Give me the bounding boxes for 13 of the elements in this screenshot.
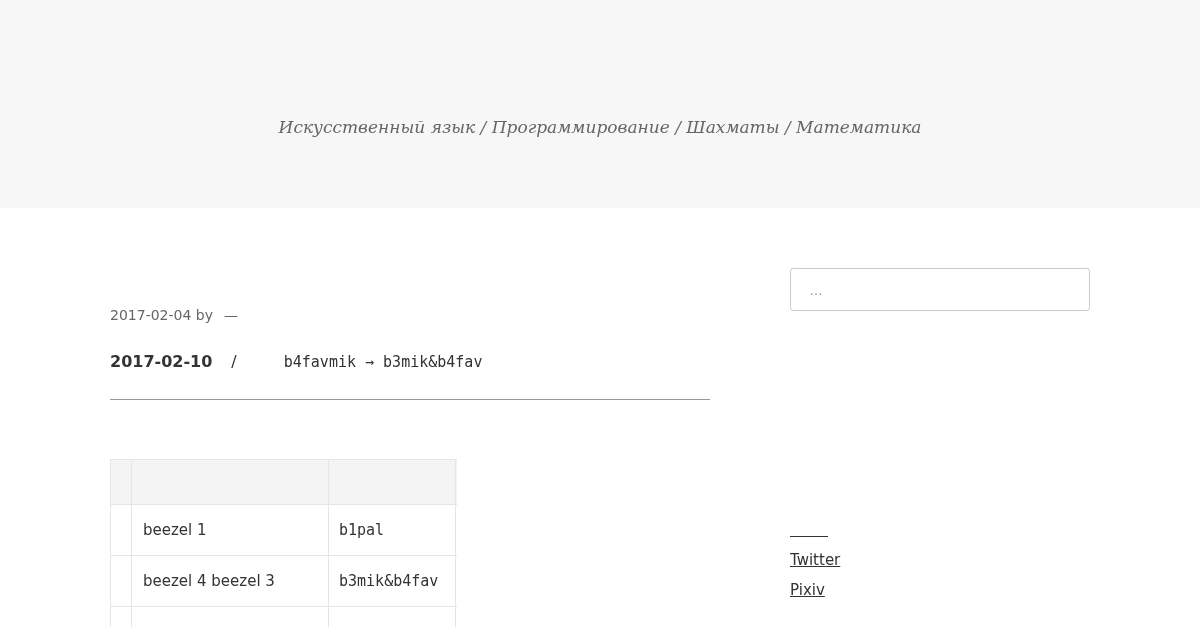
site-tagline: Искусственный язык / Программирование / Шахматы / Математика	[278, 117, 922, 137]
search-field[interactable]: …	[790, 268, 1090, 311]
sidebar-link[interactable]: Twitter	[790, 551, 841, 569]
table-cell-text: beezel 4 beezel 3	[142, 571, 276, 592]
table-cell-text: b3mik&b4fav	[338, 572, 440, 590]
post-date: 2017-02-10	[110, 352, 213, 371]
post-meta-dash: —	[224, 307, 238, 323]
table-cell-text: b1pal	[338, 521, 386, 539]
title-separator: /	[231, 352, 237, 371]
table-cell-text: beezel 1	[142, 520, 208, 541]
post-meta: 2017-02-04 by	[110, 307, 213, 323]
sidebar-link[interactable]: Pixiv	[790, 581, 825, 599]
post-title: b4favmik → b3mik&b4fav	[283, 353, 483, 371]
